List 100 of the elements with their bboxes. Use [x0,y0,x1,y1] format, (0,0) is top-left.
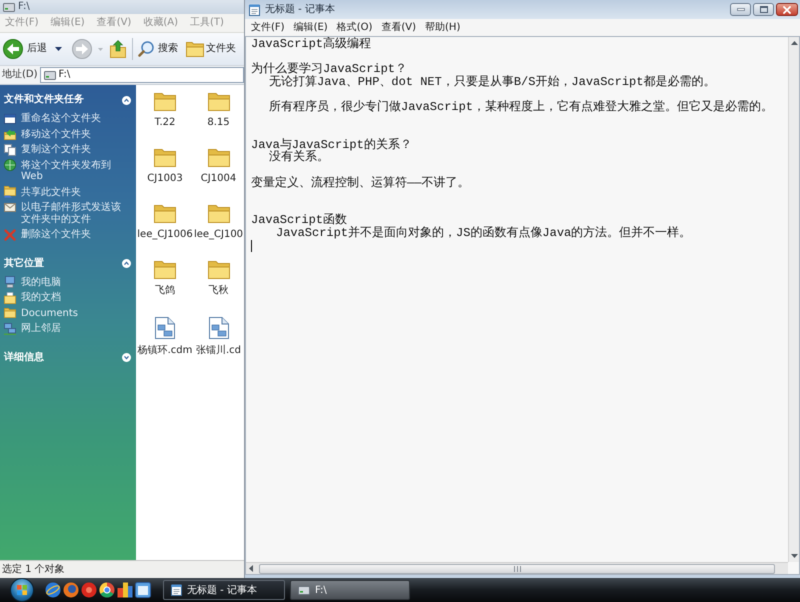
menu-item[interactable]: 格式(O) [336,22,372,34]
network-icon [4,322,16,335]
back-button[interactable]: 后退 [3,39,47,59]
search-icon [138,41,154,57]
drive-icon [298,586,310,594]
drive-icon [3,2,15,12]
envelope-icon [4,203,16,212]
delete-icon [4,228,16,241]
file-name[interactable]: lee_CJ100 [194,229,244,241]
task-link[interactable]: 移动这个文件夹 [21,128,91,140]
back-icon[interactable] [3,39,23,59]
folder-icon[interactable] [154,205,176,223]
task-link[interactable]: 网上邻居 [21,323,61,334]
drive-icon [44,70,56,80]
status-text: 选定 1 个对象 [2,564,65,576]
app-icon[interactable] [117,582,133,598]
browser-icon[interactable] [99,582,115,598]
file-name[interactable]: 飞秋 [208,285,228,297]
pages-icon [4,144,16,156]
folder-icon [186,42,204,56]
search-button[interactable]: 搜索 [138,41,178,57]
text-line: 为什么要学习JavaScript？ [251,63,408,76]
task-link[interactable]: 共享此文件夹 [21,186,81,198]
file-name[interactable]: T.22 [154,117,176,129]
folder-up-icon[interactable] [110,40,126,58]
shared-folder-icon [4,186,16,198]
document-icon[interactable] [155,317,175,339]
text-line: 所有程序员，很少专门做JavaScript，某种程度上，它有点难登大雅之堂。但它又是必需的。 [269,100,774,114]
text-line: JavaScript并不是面向对象的，JS的函数有点像Java的方法。但并不一样。 [276,226,692,240]
file-name[interactable]: lee_CJ1006 [137,229,193,241]
folder-icon[interactable] [154,93,176,111]
globe-icon[interactable] [45,582,61,598]
text-cursor [251,240,252,252]
folder-icon[interactable] [154,261,176,279]
vertical-scrollbar[interactable] [788,37,799,562]
address-label: 地址(D) [2,69,38,81]
flag-icon [17,585,27,595]
text-line: JavaScript高级编程 [251,38,372,51]
file-name[interactable]: 张镭川.cd [196,345,242,357]
section-title[interactable]: 详细信息 [4,352,44,364]
menu-item[interactable]: 查看(V) [381,22,416,34]
address-field[interactable]: F:\ [40,67,244,83]
scroll-up-icon[interactable] [790,41,798,45]
collapse-icon[interactable] [122,96,131,104]
folder-icon[interactable] [208,149,230,167]
minimize-button[interactable] [730,3,751,16]
close-button[interactable] [776,3,798,16]
notepad-icon [171,584,182,596]
menu-item[interactable]: 文件(F) [251,22,285,34]
text-line: JavaScript函数 [251,214,348,227]
document-icon[interactable] [208,317,228,339]
task-link[interactable]: 将这个文件夹发布到 Web [21,160,125,182]
task-link[interactable]: Documents [21,308,78,319]
window-title: F:\ [18,1,30,13]
file-name[interactable]: 杨镇环.cdm [138,345,192,357]
task-link[interactable]: 以电子邮件形式发送该文件夹中的文件 [21,202,125,225]
maximize-icon [760,6,768,13]
task-link[interactable]: 删除这个文件夹 [21,229,91,240]
menu-item[interactable]: 帮助(H) [425,22,460,34]
folder-arrow-icon [4,128,16,140]
task-link[interactable]: 我的文档 [21,292,61,304]
computer-icon [4,276,16,288]
folder-icon[interactable] [208,93,230,111]
file-name[interactable]: 飞鸽 [155,285,175,297]
folder-icon[interactable] [208,261,230,279]
section-title[interactable]: 文件和文件夹任务 [4,94,84,106]
browser-icon[interactable] [63,582,79,598]
horizontal-scrollbar[interactable] [246,562,788,574]
task-link[interactable]: 我的电脑 [21,276,61,288]
window-title: 无标题 - 记事本 [265,4,335,16]
scroll-left-icon[interactable] [249,565,253,572]
window-icon [4,114,16,124]
scroll-thumb[interactable] [259,564,775,574]
task-link[interactable]: 复制这个文件夹 [21,144,91,156]
app-icon[interactable] [81,582,97,598]
file-name[interactable]: CJ1004 [200,173,236,185]
taskbar-button[interactable]: F:\ [290,580,410,600]
folder-icon[interactable] [208,205,230,223]
file-name[interactable]: 8.15 [207,117,230,129]
globe-icon [4,159,16,172]
menu-item[interactable]: 编辑(E) [294,22,328,34]
text-line: 变量定义、流程控制、运算符——不讲了。 [251,176,470,190]
file-name[interactable]: CJ1003 [147,173,183,185]
notepad-icon [249,4,260,16]
taskbar-button[interactable]: 无标题 - 记事本 [163,580,285,600]
maximize-button[interactable] [753,3,774,16]
close-icon [783,6,791,14]
caret-icon[interactable] [55,47,62,51]
text-line: 没有关系。 [269,151,329,164]
start-button[interactable] [10,578,34,602]
window-icon[interactable] [135,582,151,598]
grip-icon [514,566,520,572]
scroll-down-icon[interactable] [790,554,798,558]
minimize-icon [736,8,744,11]
collapse-icon[interactable] [122,353,131,362]
task-link[interactable]: 重命名这个文件夹 [21,113,101,124]
folders-button[interactable]: 文件夹 [186,42,236,56]
folder-icon[interactable] [154,149,176,167]
collapse-icon[interactable] [122,259,131,268]
section-title[interactable]: 其它位置 [4,258,44,270]
